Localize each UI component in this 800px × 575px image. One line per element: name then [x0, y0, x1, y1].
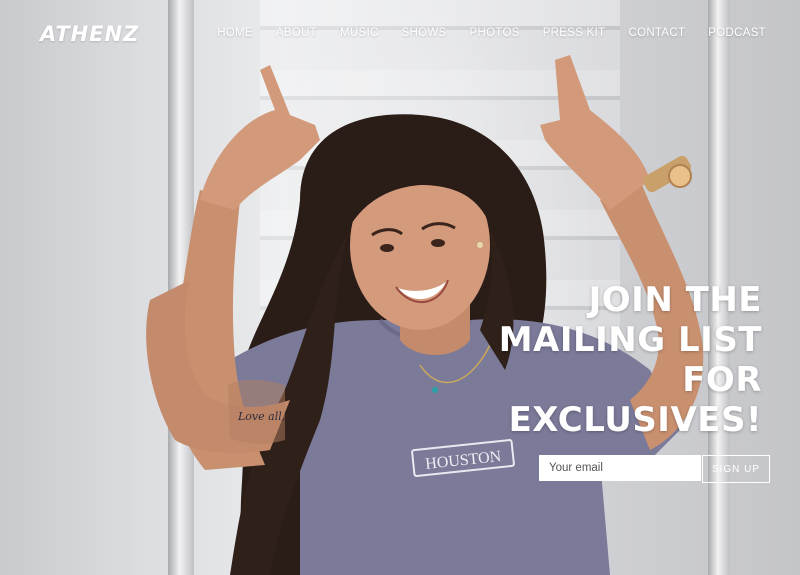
nav-contact[interactable]: CONTACT — [628, 27, 685, 39]
nav-press-kit[interactable]: PRESS KIT — [543, 27, 606, 39]
site-logo[interactable]: ATHENZ — [40, 22, 139, 46]
sign-up-button[interactable]: SIGN UP — [702, 455, 770, 483]
nav-home[interactable]: HOME — [217, 27, 253, 39]
nav-shows[interactable]: SHOWS — [402, 27, 447, 39]
headline-line: EXCLUSIVES! — [508, 400, 762, 440]
headline-line: MAILING LIST — [498, 320, 762, 360]
headline-line: FOR — [682, 360, 762, 400]
nav-photos[interactable]: PHOTOS — [470, 27, 520, 39]
tattoo-text: Love all, — [237, 410, 285, 423]
nav-about[interactable]: ABOUT — [276, 27, 317, 39]
nav-music[interactable]: MUSIC — [340, 27, 379, 39]
email-input[interactable] — [539, 455, 701, 481]
mailing-list-form: SIGN UP — [539, 455, 770, 483]
main-nav: HOME ABOUT MUSIC SHOWS PHOTOS PRESS KIT … — [194, 27, 766, 39]
headline-line: JOIN THE — [588, 280, 762, 320]
nav-podcast[interactable]: PODCAST — [708, 27, 766, 39]
hero-headline: JOIN THE MAILING LIST FOR EXCLUSIVES! — [432, 280, 762, 440]
